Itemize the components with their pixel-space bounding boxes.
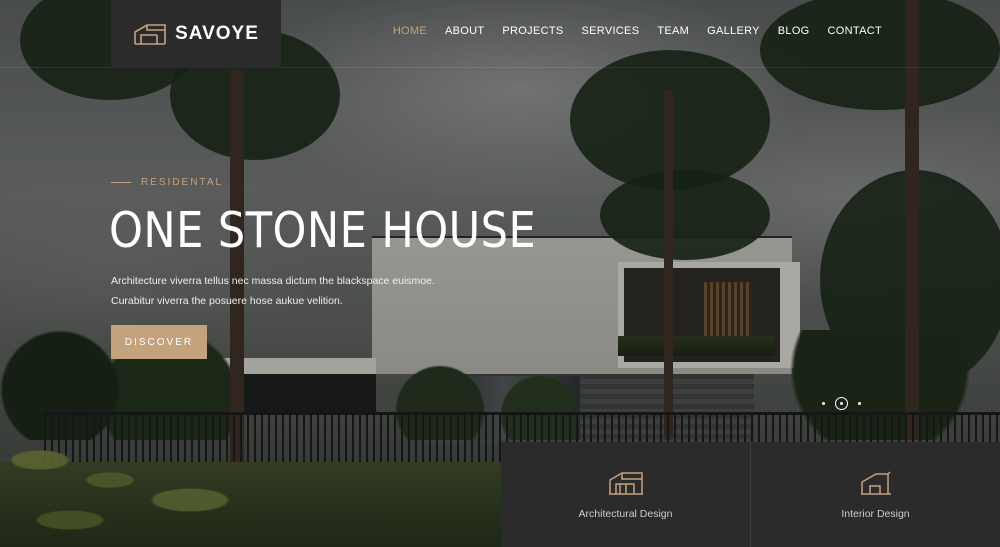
nav-blog[interactable]: BLOG: [778, 25, 810, 37]
hero-title: ONE STONE HOUSE: [109, 202, 537, 259]
house-outline-icon: [133, 22, 167, 46]
building-outline-icon: [608, 470, 644, 496]
hero-description-line: Curabitur viverra the posuere hose aukue…: [111, 295, 343, 307]
hero-description: Architecture viverra tellus nec massa di…: [111, 271, 441, 311]
service-architectural-design[interactable]: Architectural Design: [501, 442, 750, 547]
slider-dot-active[interactable]: [835, 397, 848, 410]
nav-projects[interactable]: PROJECTS: [502, 25, 563, 37]
hero-eyebrow: RESIDENTAL: [111, 177, 223, 188]
nav-team[interactable]: TEAM: [657, 25, 689, 37]
service-interior-design[interactable]: Interior Design: [750, 442, 1000, 547]
nav-contact[interactable]: CONTACT: [828, 25, 882, 37]
slider-dot[interactable]: [822, 402, 825, 405]
nav-services[interactable]: SERVICES: [582, 25, 640, 37]
service-label: Interior Design: [841, 508, 910, 520]
eyebrow-line: [111, 182, 131, 183]
nav-home[interactable]: HOME: [393, 25, 427, 37]
discover-button[interactable]: DISCOVER: [111, 325, 207, 359]
slider-pagination: [822, 397, 861, 410]
slider-dot[interactable]: [858, 402, 861, 405]
services-panel: Architectural Design Interior Design: [501, 442, 1000, 547]
logo[interactable]: SAVOYE: [111, 0, 281, 68]
service-label: Architectural Design: [578, 508, 673, 520]
hero-category: RESIDENTAL: [141, 177, 224, 188]
nav-gallery[interactable]: GALLERY: [707, 25, 760, 37]
nav-about[interactable]: ABOUT: [445, 25, 484, 37]
brand-name: SAVOYE: [175, 23, 259, 44]
hero-description-line: Architecture viverra tellus nec massa di…: [111, 275, 435, 287]
main-nav: HOME ABOUT PROJECTS SERVICES TEAM GALLER…: [393, 25, 882, 37]
interior-outline-icon: [860, 470, 892, 496]
